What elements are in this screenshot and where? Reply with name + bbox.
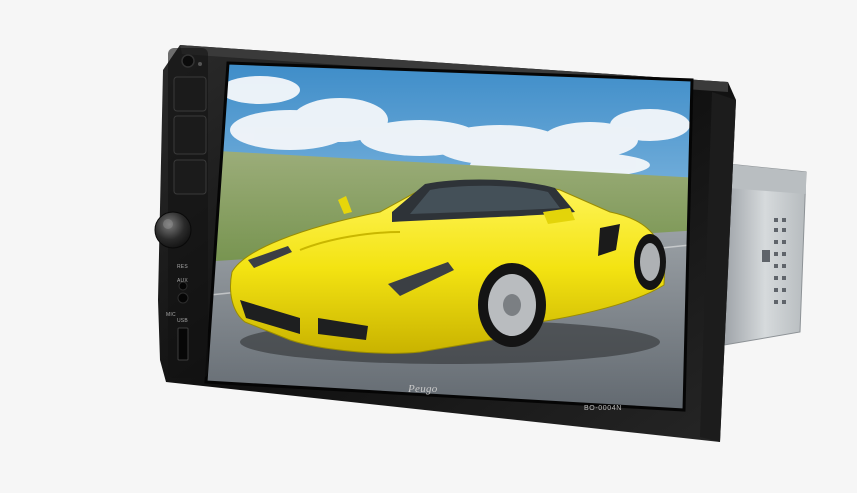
metal-chassis — [723, 163, 807, 346]
volume-knob-icon[interactable] — [154, 211, 192, 249]
menu-button[interactable] — [173, 159, 207, 195]
back-icon[interactable] — [173, 115, 207, 155]
usb-port-icon[interactable] — [177, 327, 189, 361]
mic-label: MIC — [166, 312, 176, 318]
res-label: RES — [177, 264, 188, 270]
model-label: BO-0004N — [584, 405, 622, 412]
home-icon[interactable] — [173, 76, 207, 112]
aux-label: AUX — [177, 278, 188, 284]
usb-label: USB — [177, 318, 188, 324]
product-photo: RES AUX MIC USB Peugo BO-0004N — [0, 0, 857, 488]
brand-label: Peugo — [408, 383, 438, 395]
car-stereo-illustration — [154, 45, 807, 442]
display-screen — [206, 63, 692, 410]
